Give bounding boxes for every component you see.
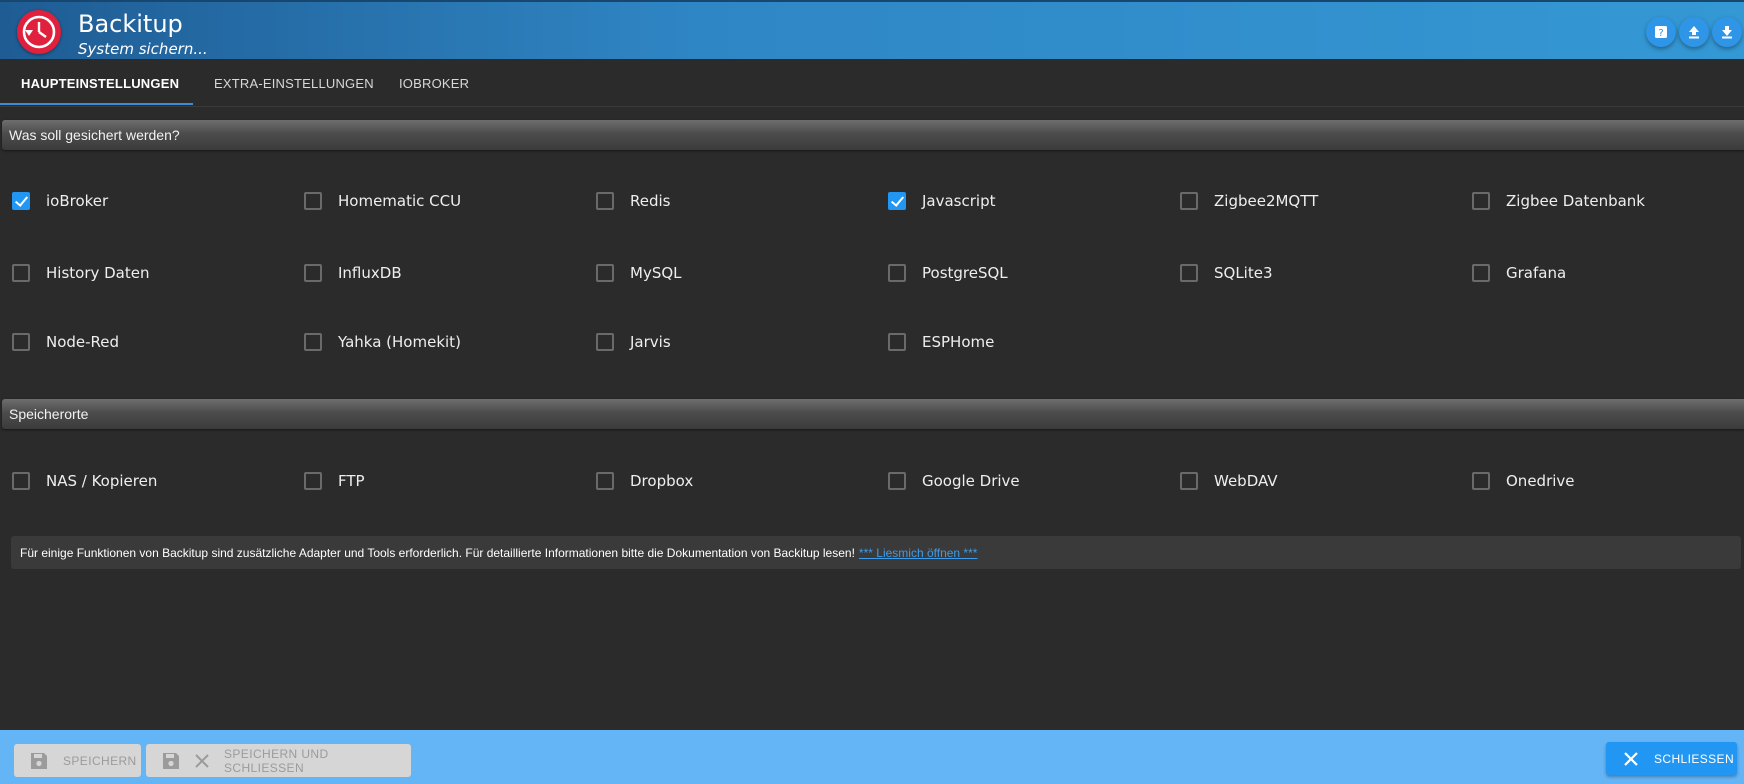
checkbox-label: WebDAV: [1214, 472, 1278, 490]
info-notice: Für einige Funktionen von Backitup sind …: [11, 536, 1741, 569]
checkbox-unchecked-icon[interactable]: [304, 264, 322, 282]
svg-text:?: ?: [1658, 28, 1663, 39]
checkbox-unchecked-icon[interactable]: [888, 472, 906, 490]
checkbox-label: Javascript: [922, 192, 996, 210]
footer-bar: SPEICHERN SPEICHERN UND SCHLIESSEN SCHLI…: [0, 730, 1744, 784]
checkbox-unchecked-icon[interactable]: [596, 472, 614, 490]
tab-bar: HAUPTEINSTELLUNGEN EXTRA-EINSTELLUNGEN I…: [0, 59, 1744, 107]
tab-haupteinstellungen[interactable]: HAUPTEINSTELLUNGEN: [21, 59, 179, 107]
checkbox-label: Jarvis: [630, 333, 671, 351]
checkbox-checked-icon[interactable]: [12, 192, 30, 210]
checkbox-label: ioBroker: [46, 192, 109, 210]
backup-clock-logo-icon: [17, 10, 61, 54]
checkbox-label: NAS / Kopieren: [46, 472, 158, 490]
checkbox-webdav[interactable]: WebDAV: [1180, 469, 1278, 493]
checkbox-homematic-ccu[interactable]: Homematic CCU: [304, 189, 461, 213]
checkbox-yahka-homekit[interactable]: Yahka (Homekit): [304, 330, 461, 354]
checkbox-label: History Daten: [46, 264, 150, 282]
checkbox-zigbee2mqtt[interactable]: Zigbee2MQTT: [1180, 189, 1318, 213]
checkbox-label: Grafana: [1506, 264, 1567, 282]
save-button-label: SPEICHERN: [63, 753, 137, 768]
checkbox-redis[interactable]: Redis: [596, 189, 670, 213]
checkbox-unchecked-icon[interactable]: [1180, 472, 1198, 490]
checkbox-label: Node-Red: [46, 333, 120, 351]
checkbox-label: Homematic CCU: [338, 192, 462, 210]
checkbox-label: Yahka (Homekit): [338, 333, 461, 351]
floppy-disk-icon: [163, 752, 179, 769]
app-subtitle: System sichern...: [78, 40, 208, 58]
close-icon: [195, 753, 209, 768]
app-title: Backitup: [78, 10, 183, 38]
checkbox-javascript[interactable]: Javascript: [888, 189, 995, 213]
tab-extra-einstellungen[interactable]: EXTRA-EINSTELLUNGEN: [214, 59, 374, 107]
close-button-label: SCHLIESSEN: [1654, 751, 1735, 766]
checkbox-label: FTP: [338, 472, 365, 490]
checkbox-label: Zigbee Datenbank: [1506, 192, 1645, 210]
checkbox-unchecked-icon[interactable]: [888, 264, 906, 282]
checkbox-iobroker[interactable]: ioBroker: [12, 189, 108, 213]
checkbox-postgresql[interactable]: PostgreSQL: [888, 261, 1008, 285]
checkbox-unchecked-icon[interactable]: [1472, 264, 1490, 282]
checkbox-label: MySQL: [630, 264, 682, 282]
download-icon: [1722, 26, 1732, 39]
close-icon: [1624, 751, 1638, 766]
checkbox-unchecked-icon[interactable]: [1472, 192, 1490, 210]
checkbox-mysql[interactable]: MySQL: [596, 261, 682, 285]
checkbox-label: ESPHome: [922, 333, 995, 351]
tab-iobroker[interactable]: IOBROKER: [399, 59, 469, 107]
checkbox-unchecked-icon[interactable]: [304, 472, 322, 490]
checkbox-label: SQLite3: [1214, 264, 1273, 282]
checkbox-google-drive[interactable]: Google Drive: [888, 469, 1020, 493]
checkbox-unchecked-icon[interactable]: [12, 264, 30, 282]
checkbox-checked-icon[interactable]: [888, 192, 906, 210]
checkbox-label: Google Drive: [922, 472, 1020, 490]
checkbox-unchecked-icon[interactable]: [12, 333, 30, 351]
checkbox-label: InfluxDB: [338, 264, 402, 282]
checkbox-unchecked-icon[interactable]: [888, 333, 906, 351]
save-button[interactable]: SPEICHERN: [14, 744, 141, 777]
floppy-disk-icon: [31, 752, 47, 769]
checkbox-unchecked-icon[interactable]: [596, 264, 614, 282]
checkbox-esphome[interactable]: ESPHome: [888, 330, 994, 354]
checkbox-ftp[interactable]: FTP: [304, 469, 365, 493]
checkbox-dropbox[interactable]: Dropbox: [596, 469, 693, 493]
app-header: Backitup System sichern... ?: [0, 0, 1744, 59]
checkbox-jarvis[interactable]: Jarvis: [596, 330, 671, 354]
upload-icon: [1689, 26, 1699, 39]
download-button[interactable]: [1712, 17, 1742, 47]
checkbox-sqlite3[interactable]: SQLite3: [1180, 261, 1273, 285]
section-header-storage: Speicherorte: [2, 399, 1744, 429]
save-and-close-button[interactable]: SPEICHERN UND SCHLIESSEN: [146, 744, 411, 777]
checkbox-unchecked-icon[interactable]: [596, 192, 614, 210]
checkbox-unchecked-icon[interactable]: [1472, 472, 1490, 490]
checkbox-label: Dropbox: [630, 472, 694, 490]
checkbox-node-red[interactable]: Node-Red: [12, 330, 119, 354]
help-icon: ?: [1655, 26, 1667, 39]
section-header-backup: Was soll gesichert werden?: [2, 120, 1744, 150]
upload-button[interactable]: [1679, 17, 1709, 47]
checkbox-onedrive[interactable]: Onedrive: [1472, 469, 1575, 493]
checkbox-unchecked-icon[interactable]: [12, 472, 30, 490]
save-and-close-label: SPEICHERN UND SCHLIESSEN: [224, 746, 329, 775]
info-text: Für einige Funktionen von Backitup sind …: [20, 545, 855, 560]
checkbox-label: Onedrive: [1506, 472, 1575, 490]
checkbox-label: PostgreSQL: [922, 264, 1008, 282]
checkbox-unchecked-icon[interactable]: [596, 333, 614, 351]
help-button[interactable]: ?: [1646, 17, 1676, 47]
active-tab-indicator: [0, 103, 193, 105]
close-button[interactable]: SCHLIESSEN: [1606, 742, 1737, 775]
checkbox-label: Zigbee2MQTT: [1214, 192, 1319, 210]
checkbox-influxdb[interactable]: InfluxDB: [304, 261, 402, 285]
checkbox-nas-kopieren[interactable]: NAS / Kopieren: [12, 469, 157, 493]
checkbox-history-daten[interactable]: History Daten: [12, 261, 150, 285]
checkbox-grafana[interactable]: Grafana: [1472, 261, 1566, 285]
checkbox-label: Redis: [630, 192, 671, 210]
checkbox-unchecked-icon[interactable]: [304, 333, 322, 351]
readme-link[interactable]: *** Liesmich öffnen ***: [859, 546, 978, 560]
checkbox-unchecked-icon[interactable]: [304, 192, 322, 210]
checkbox-unchecked-icon[interactable]: [1180, 264, 1198, 282]
checkbox-unchecked-icon[interactable]: [1180, 192, 1198, 210]
checkbox-zigbee-datenbank[interactable]: Zigbee Datenbank: [1472, 189, 1645, 213]
